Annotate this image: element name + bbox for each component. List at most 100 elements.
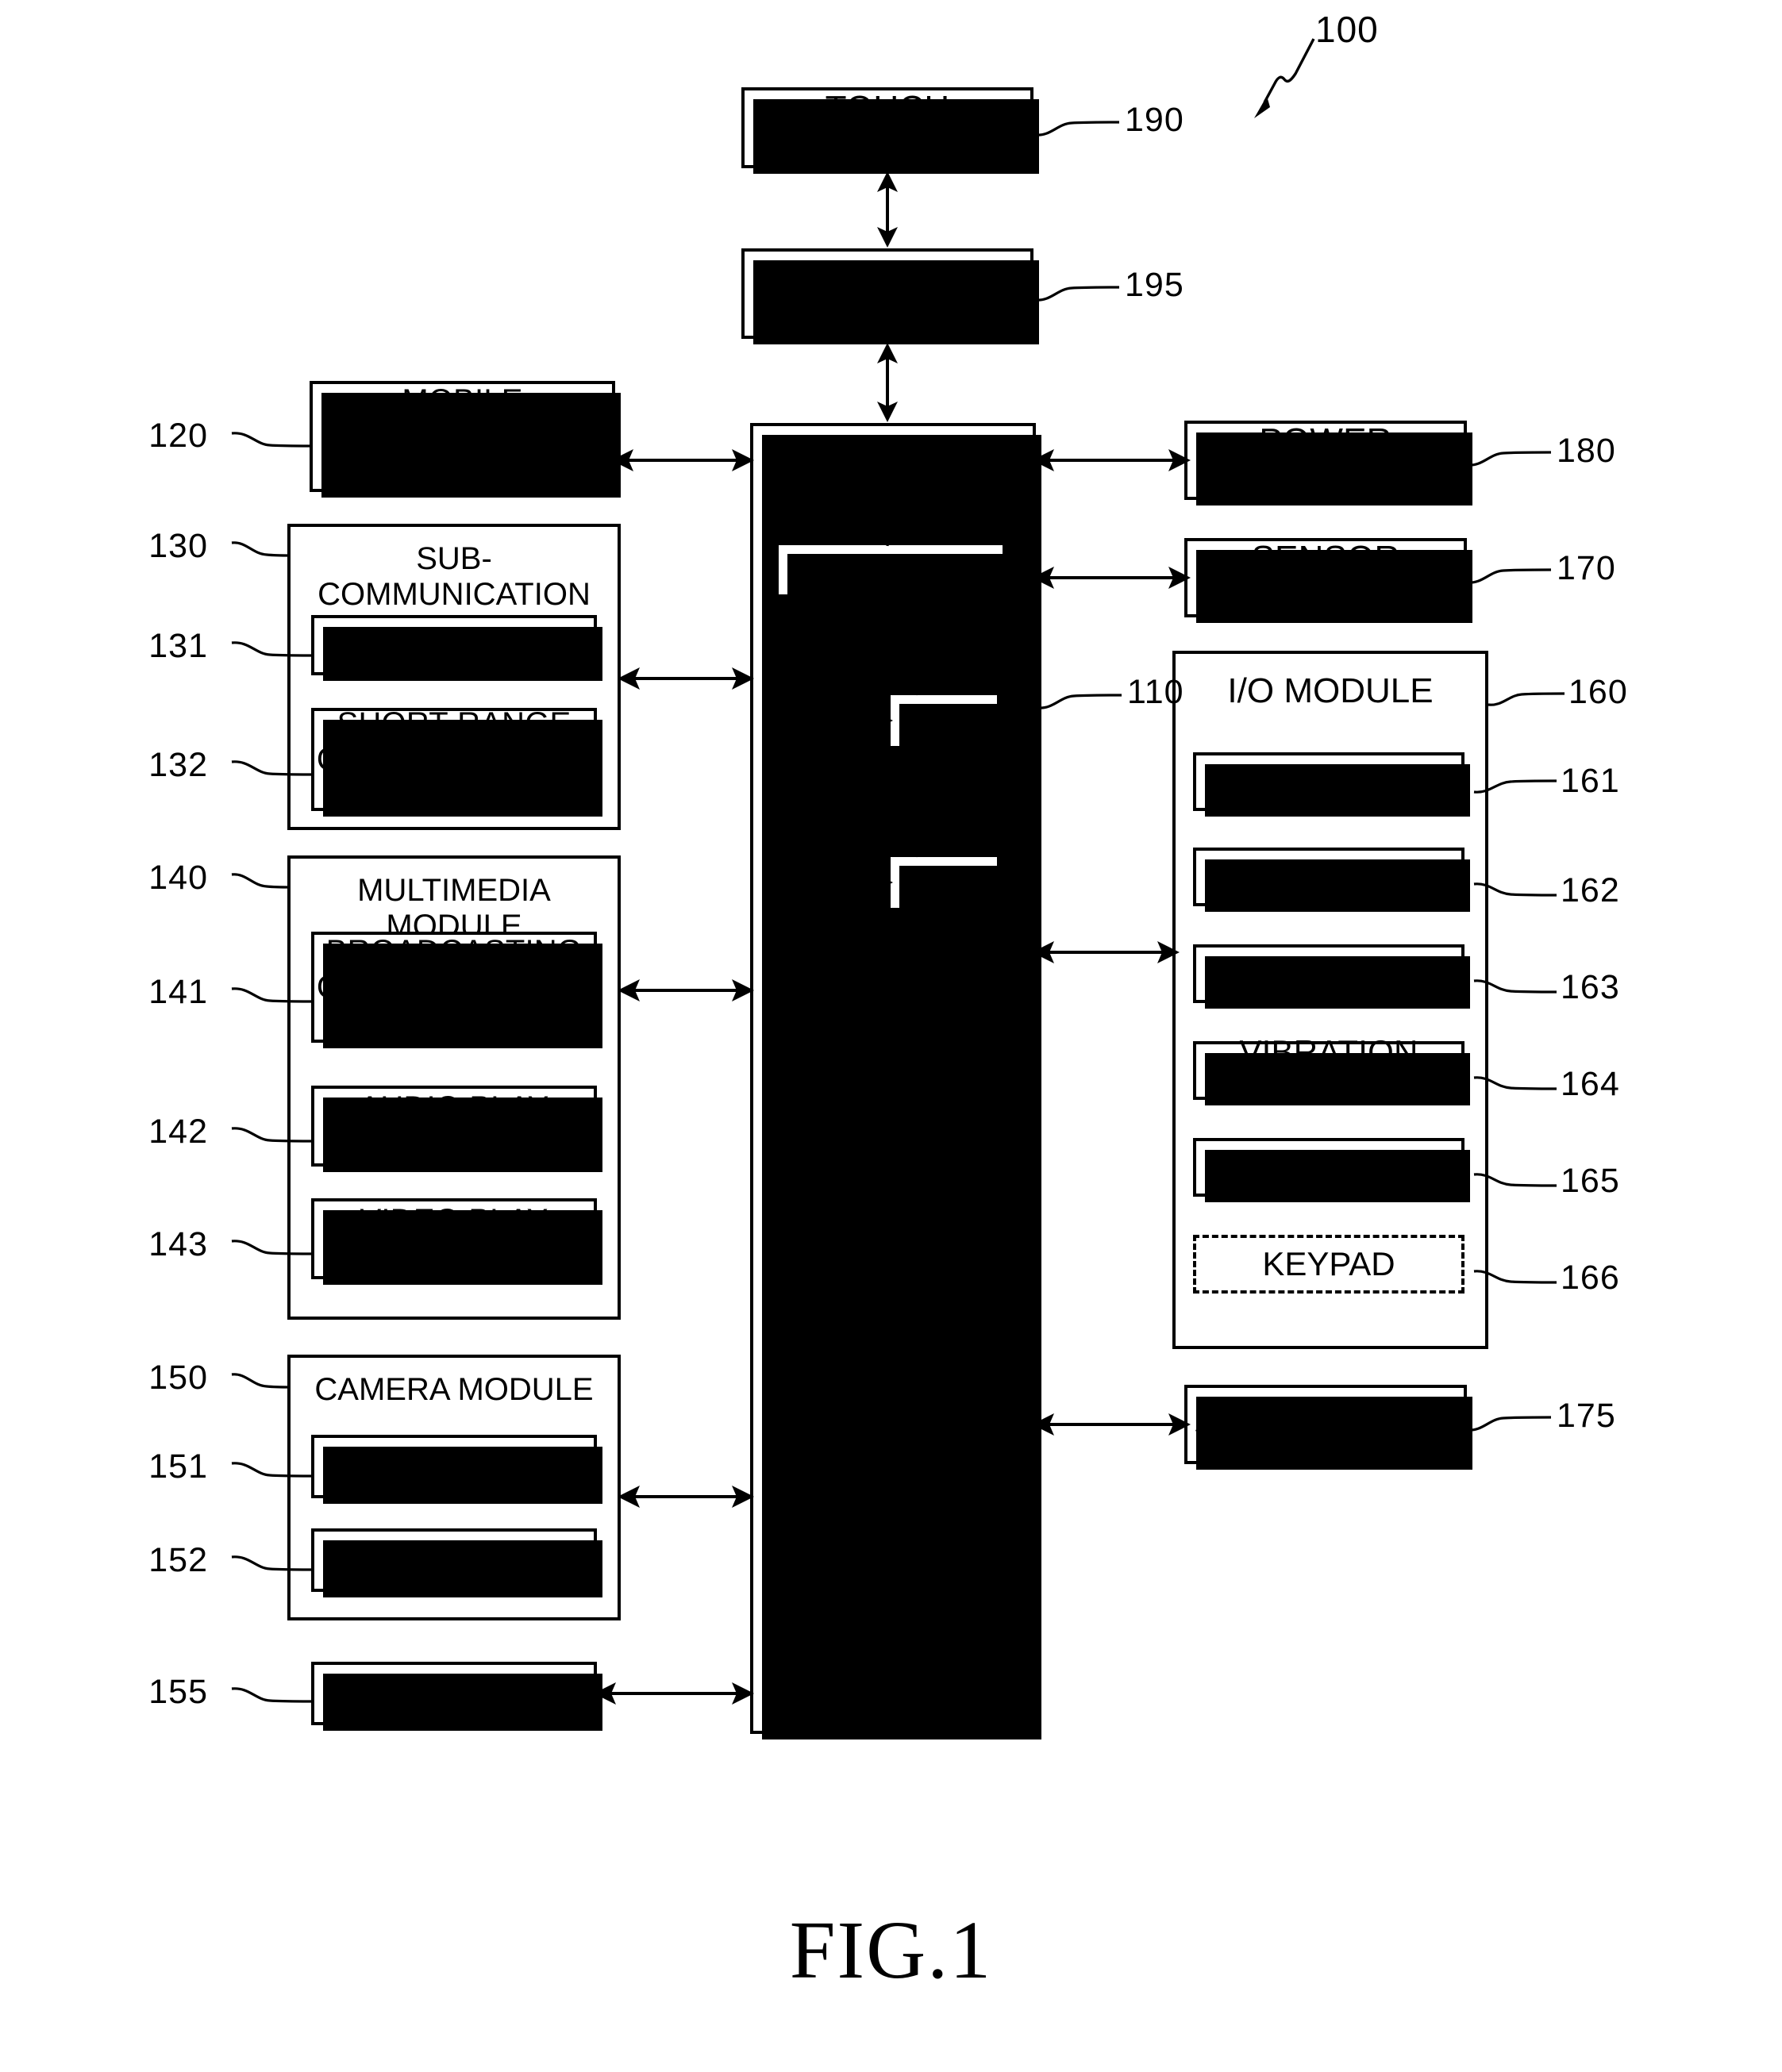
block-rom-label: ROM — [904, 702, 983, 740]
leader-line-163 — [1472, 967, 1560, 998]
block-second-camera[interactable]: 2ND CAMERA — [311, 1528, 602, 1597]
ref-numeral-151: 151 — [148, 1447, 208, 1486]
block-speaker[interactable]: SPEAKER — [1193, 944, 1470, 1009]
ref-numeral-120: 120 — [148, 417, 208, 455]
ref-numeral-141: 141 — [148, 973, 208, 1011]
leader-line-155 — [231, 1679, 314, 1711]
block-vibration-motor[interactable]: VIBRATION MOTOR — [1193, 1033, 1470, 1108]
connector-bus-rom — [804, 705, 893, 736]
connector-mobilecomm-controller — [611, 444, 754, 476]
block-touch-screen-controller[interactable]: TOUCH SCREEN CONTROLLER — [741, 248, 1039, 344]
ref-numeral-110: 110 — [1127, 673, 1184, 711]
block-speaker-label: SPEAKER — [1249, 955, 1408, 993]
ref-numeral-142: 142 — [148, 1113, 208, 1151]
block-mobile-communication-module[interactable]: MOBILE COMMUNICATION MODULE — [310, 381, 621, 498]
leader-line-195 — [1033, 276, 1122, 308]
leader-line-141 — [231, 979, 314, 1011]
block-cpu[interactable]: CPU — [776, 542, 1011, 603]
block-wlan-module[interactable]: WLAN MODULE — [311, 615, 602, 681]
ref-numeral-180: 180 — [1557, 432, 1616, 470]
ref-numeral-150: 150 — [148, 1359, 208, 1397]
block-touch-screen-controller-label: TOUCH SCREEN CONTROLLER — [753, 256, 1022, 331]
block-connector-label: CONNECTOR — [1221, 1148, 1437, 1186]
block-gps-module[interactable]: GPS MODULE — [311, 1662, 602, 1731]
block-mobile-communication-module-label: MOBILE COMMUNICATION MODULE — [325, 382, 600, 490]
block-vibration-motor-label: VIBRATION MOTOR — [1239, 1032, 1418, 1108]
ref-numeral-160: 160 — [1568, 673, 1628, 711]
block-connector[interactable]: CONNECTOR — [1193, 1138, 1470, 1202]
leader-line-162 — [1472, 870, 1560, 901]
leader-line-190 — [1033, 111, 1122, 143]
group-io-module-title: I/O MODULE — [1227, 671, 1434, 710]
connector-controller-iomodule — [1032, 936, 1180, 968]
block-broadcasting-communication-module[interactable]: BROADCASTING COMMUNICATION MODULE — [311, 932, 602, 1048]
block-buttons[interactable]: BUTTONS — [1193, 752, 1470, 817]
leader-line-164 — [1472, 1063, 1560, 1095]
block-touch-screen-label: TOUCH SCREEN — [814, 88, 961, 167]
leader-line-131 — [231, 633, 314, 665]
leader-line-130 — [231, 533, 292, 565]
leader-line-143 — [231, 1232, 314, 1263]
connector-controller-powersupply — [1032, 444, 1191, 476]
ref-numeral-152: 152 — [148, 1541, 208, 1579]
leader-line-170 — [1465, 559, 1554, 590]
leader-line-110 — [1036, 684, 1125, 716]
connector-controller-sensormodule — [1032, 562, 1191, 594]
block-keypad[interactable]: KEYPAD — [1193, 1235, 1464, 1294]
block-sensor-module-label: SENSOR MODULE — [1250, 538, 1401, 617]
connector-camera-controller — [618, 1481, 754, 1513]
ref-numeral-161: 161 — [1561, 762, 1620, 800]
ref-numeral-130: 130 — [148, 527, 208, 565]
block-storage-unit[interactable]: STORAGE UNIT — [1184, 1385, 1472, 1470]
block-broadcasting-communication-module-label: BROADCASTING COMMUNICATION MODULE — [316, 933, 592, 1040]
block-microphone-label: MICROPHONE — [1213, 858, 1445, 896]
ref-numeral-166: 166 — [1561, 1259, 1620, 1297]
group-camera-module-title: CAMERA MODULE — [314, 1372, 594, 1407]
ref-numeral-190: 190 — [1125, 101, 1184, 139]
leader-line-161 — [1472, 771, 1560, 803]
leader-line-166 — [1472, 1257, 1560, 1289]
ref-numeral-100: 100 — [1315, 9, 1379, 50]
leader-line-160 — [1487, 684, 1566, 716]
ref-numeral-164: 164 — [1561, 1065, 1620, 1103]
block-power-supply[interactable]: POWER SUPPLY — [1184, 421, 1472, 506]
block-storage-unit-label: STORAGE UNIT — [1194, 1405, 1457, 1444]
block-ram-label: RAM — [906, 863, 981, 901]
ref-numeral-195: 195 — [1125, 266, 1184, 304]
ref-numeral-163: 163 — [1561, 968, 1620, 1006]
leader-line-150 — [231, 1365, 292, 1397]
leader-line-152 — [231, 1547, 314, 1579]
block-second-camera-label: 2ND CAMERA — [348, 1542, 560, 1578]
patent-figure-sheet: 100 TOUCH SCREEN 190 TOUCH SCREEN CONTRO… — [0, 0, 1782, 2072]
block-keypad-label: KEYPAD — [1262, 1245, 1395, 1282]
leader-line-142 — [231, 1119, 314, 1151]
connector-bus-ram — [804, 867, 893, 898]
block-audio-play-module[interactable]: AUDIO PLAY MODULE — [311, 1086, 602, 1172]
block-touch-screen[interactable]: TOUCH SCREEN — [741, 87, 1039, 174]
block-sensor-module[interactable]: SENSOR MODULE — [1184, 538, 1472, 623]
block-video-play-module[interactable]: VIDEO PLAY MODULE — [311, 1198, 602, 1285]
leader-line-180 — [1465, 441, 1554, 473]
block-ram[interactable]: RAM — [887, 854, 1006, 917]
ref-numeral-113: 113 — [962, 797, 1019, 835]
block-power-supply-label: POWER SUPPLY — [1257, 421, 1394, 499]
block-buttons-label: BUTTONS — [1249, 763, 1409, 801]
ref-numeral-170: 170 — [1557, 549, 1616, 587]
ref-numeral-132: 132 — [148, 746, 208, 784]
ref-numeral-143: 143 — [148, 1225, 208, 1263]
ref-numeral-140: 140 — [148, 859, 208, 897]
block-short-range-communication-module[interactable]: SHORT-RANGE COMMUNICATION MODULE — [311, 705, 602, 817]
block-rom[interactable]: ROM — [887, 692, 1006, 755]
block-video-play-module-label: VIDEO PLAY MODULE — [360, 1203, 548, 1274]
leader-line-165 — [1472, 1160, 1560, 1192]
block-short-range-communication-module-label: SHORT-RANGE COMMUNICATION MODULE — [316, 705, 592, 813]
ref-numeral-162: 162 — [1561, 871, 1620, 909]
figure-caption: FIG.1 — [789, 1905, 993, 1996]
block-first-camera-label: 1ST CAMERA — [352, 1448, 556, 1484]
connector-gps-controller — [594, 1678, 754, 1709]
block-controller[interactable]: CONTROLLER — [750, 423, 1041, 1739]
leader-line-175 — [1465, 1406, 1554, 1438]
block-first-camera[interactable]: 1ST CAMERA — [311, 1435, 602, 1504]
block-microphone[interactable]: MICROPHONE — [1193, 848, 1470, 912]
ref-numeral-165: 165 — [1561, 1162, 1620, 1200]
